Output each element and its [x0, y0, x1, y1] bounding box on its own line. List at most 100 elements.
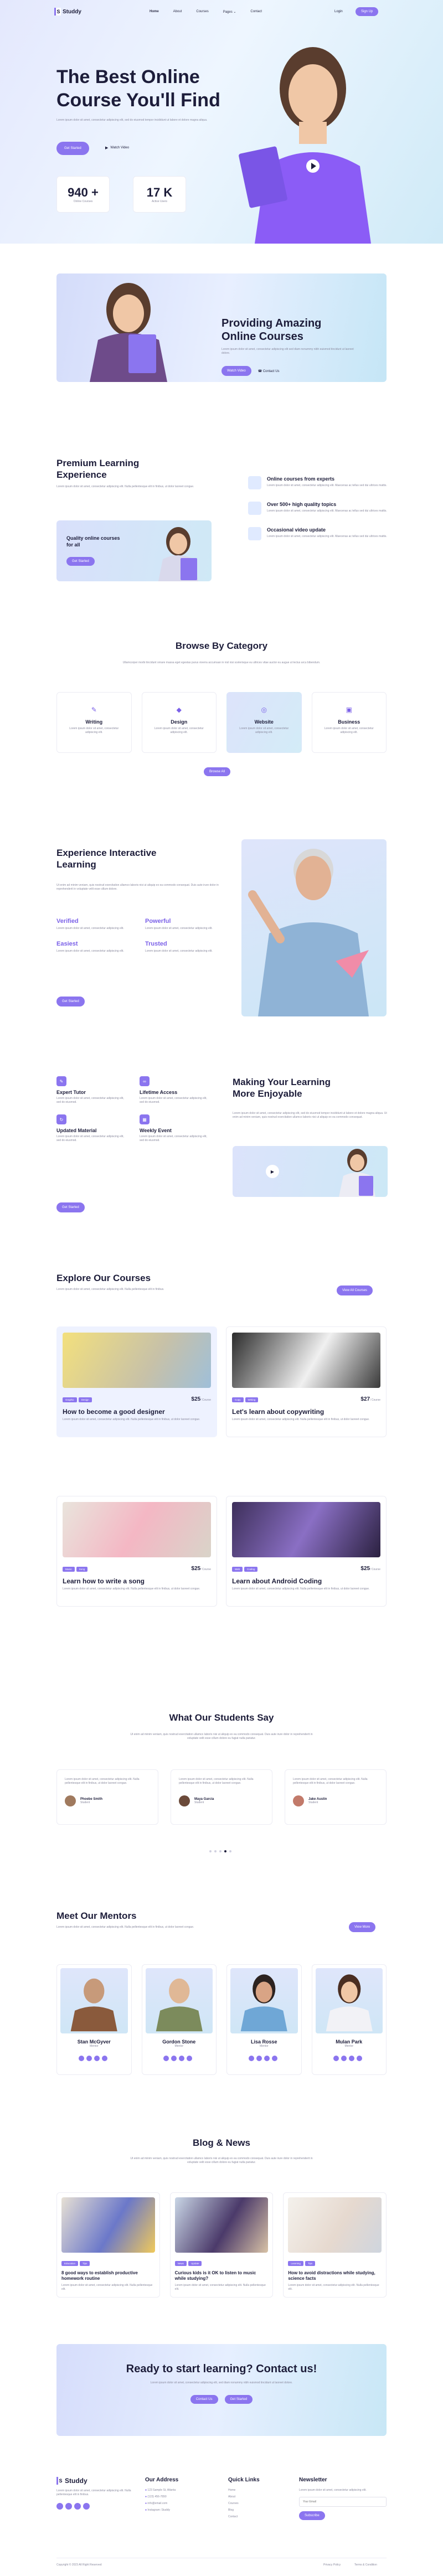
browse-all-button[interactable]: Browse All — [204, 767, 231, 776]
course-tag: Coding — [244, 1567, 258, 1572]
avatar — [65, 1795, 76, 1806]
nav-about[interactable]: About — [173, 10, 182, 14]
carousel-dot[interactable] — [214, 1850, 217, 1852]
infinity-icon: ∞ — [140, 1076, 150, 1086]
instagram-icon[interactable] — [179, 2056, 185, 2061]
course-tag: Design — [78, 1397, 92, 1402]
instagram-icon[interactable] — [264, 2056, 270, 2061]
mentor-name: Gordon Stone — [162, 2039, 196, 2045]
amazing-title: Providing Amazing Online Courses — [222, 317, 321, 343]
footer-link[interactable]: Courses — [228, 2502, 260, 2506]
amazing-watch-button[interactable]: Watch Video — [222, 366, 251, 376]
footer-link[interactable]: Blog — [228, 2508, 260, 2512]
premium-get-started-button[interactable]: Get Started — [66, 557, 95, 566]
footer-newsletter: Newsletter Lorem ipsum dolor sit amet, c… — [299, 2477, 387, 2520]
premium-feature-item: Occasional video update Lorem ipsum dolor… — [248, 527, 392, 540]
email-line[interactable]: ● info@email.com — [145, 2502, 178, 2506]
footer-link[interactable]: Home — [228, 2489, 260, 2492]
twitter-icon[interactable] — [256, 2056, 262, 2061]
mentor-name: Lisa Rosse — [250, 2039, 277, 2045]
course-card[interactable]: Web Coding $25/ Course Learn about Androi… — [226, 1496, 387, 1607]
linkedin-icon[interactable] — [357, 2056, 363, 2061]
facebook-icon[interactable] — [333, 2056, 339, 2061]
linkedin-icon[interactable] — [271, 2056, 277, 2061]
blog-card[interactable]: News Update Curious kids is it OK to list… — [169, 2192, 274, 2298]
course-card[interactable]: Copy Writing $27/ Course Let's learn abou… — [226, 1326, 387, 1437]
twitter-icon[interactable] — [341, 2056, 347, 2061]
blog-title: Blog & News — [193, 2138, 250, 2148]
phone-line[interactable]: ● (123) 456-7890 — [145, 2495, 178, 2499]
mentor-card[interactable]: Lisa Rosse Mentor — [226, 1964, 302, 2075]
mentor-card[interactable]: Stan McGyver Mentor — [56, 1964, 132, 2075]
review-card: Lorem ipsum dolor sit amet, consectetur … — [171, 1769, 272, 1825]
watch-video-link[interactable]: ▶ Watch Video — [105, 146, 129, 150]
twitter-icon[interactable] — [65, 2503, 72, 2510]
twitter-icon[interactable] — [171, 2056, 177, 2061]
category-card-design[interactable]: ◆ Design Lorem ipsum dolor sit amet, con… — [141, 692, 217, 753]
instagram-icon[interactable] — [74, 2503, 81, 2510]
terms-link[interactable]: Terms & Condition — [354, 2563, 377, 2567]
cta-contact-button[interactable]: Contact Us — [190, 2395, 218, 2404]
social-line[interactable]: ● Instagram: Studdy — [145, 2508, 178, 2512]
mentor-role: Mentor — [344, 2045, 354, 2048]
contact-link[interactable]: ☎ Contact Us — [258, 369, 280, 373]
blog-tag: Tips — [305, 2261, 316, 2266]
privacy-link[interactable]: Privacy Policy — [323, 2563, 341, 2567]
footer-logo[interactable]: S Studdy — [56, 2477, 134, 2485]
facebook-icon[interactable] — [248, 2056, 254, 2061]
linkedin-icon[interactable] — [187, 2056, 193, 2061]
facebook-icon[interactable] — [78, 2056, 84, 2061]
login-link[interactable]: Login — [334, 10, 343, 13]
signup-button[interactable]: Sign Up — [356, 7, 379, 16]
feature-title: Occasional video update — [267, 527, 326, 533]
nav-contact[interactable]: Contact — [250, 10, 262, 14]
topics-icon — [248, 502, 261, 515]
facebook-icon[interactable] — [56, 2503, 63, 2510]
enjoy-feature-desc: Lorem ipsum dolor sit amet, consectetur … — [56, 1097, 124, 1104]
stat-label: Active Users — [151, 199, 168, 203]
newsletter-email-input[interactable] — [299, 2497, 387, 2507]
linkedin-icon[interactable] — [83, 2503, 90, 2510]
category-card-website[interactable]: ◎ Website Lorem ipsum dolor sit amet, co… — [226, 692, 302, 753]
carousel-dot[interactable] — [209, 1850, 212, 1852]
point-title: Trusted — [145, 941, 167, 947]
view-all-courses-button[interactable]: View All Courses — [337, 1286, 373, 1295]
mentor-card[interactable]: Mulan Park Mentor — [311, 1964, 387, 2075]
category-card-writing[interactable]: ✎ Writing Lorem ipsum dolor sit amet, co… — [56, 692, 132, 753]
category-card-business[interactable]: ▣ Business Lorem ipsum dolor sit amet, c… — [311, 692, 387, 753]
nav-courses[interactable]: Courses — [196, 10, 208, 14]
carousel-dot[interactable] — [229, 1850, 231, 1852]
course-card[interactable]: Music Song $25/ Course Learn how to write… — [56, 1496, 217, 1607]
category-name: Writing — [85, 719, 103, 725]
footer-link[interactable]: Contact — [228, 2515, 260, 2519]
blog-tag: Tips — [80, 2261, 90, 2266]
view-more-mentors-button[interactable]: View More — [349, 1922, 376, 1932]
get-started-button[interactable]: Get Started — [56, 142, 89, 155]
course-price: $27 — [360, 1396, 370, 1402]
subscribe-button[interactable]: Subscribe — [299, 2511, 325, 2520]
nav-home[interactable]: Home — [150, 10, 159, 14]
premium-card: Quality online courses for all Get Start… — [56, 520, 212, 581]
cta-get-started-button[interactable]: Get Started — [224, 2395, 253, 2404]
category-name: Website — [254, 719, 274, 725]
play-button-icon[interactable]: ▶ — [266, 1165, 279, 1178]
carousel-dot-active[interactable] — [224, 1850, 226, 1852]
nav-pages[interactable]: Pages ⌄ — [223, 10, 236, 14]
mentor-card[interactable]: Gordon Stone Mentor — [141, 1964, 217, 2075]
interactive-get-started-button[interactable]: Get Started — [56, 997, 85, 1006]
blog-card[interactable]: Learning Tips How to avoid distractions w… — [283, 2192, 387, 2298]
enjoyable-get-started-button[interactable]: Get Started — [56, 1202, 85, 1212]
course-card[interactable]: Graphic Design $25/ Course How to become … — [56, 1326, 217, 1437]
facebook-icon[interactable] — [163, 2056, 169, 2061]
instagram-icon[interactable] — [94, 2056, 100, 2061]
logo[interactable]: S Studdy — [54, 8, 81, 16]
linkedin-icon[interactable] — [101, 2056, 107, 2061]
instagram-icon[interactable] — [349, 2056, 355, 2061]
blog-card[interactable]: Education Tips 8 good ways to establish p… — [56, 2192, 160, 2298]
enjoyable-video[interactable]: ▶ — [233, 1146, 388, 1197]
premium-card-title: Quality online courses for all — [66, 535, 120, 548]
twitter-icon[interactable] — [86, 2056, 92, 2061]
footer-link[interactable]: About — [228, 2495, 260, 2499]
point-trusted: Trusted Lorem ipsum dolor sit amet, conse… — [145, 941, 223, 953]
carousel-dot[interactable] — [219, 1850, 222, 1852]
